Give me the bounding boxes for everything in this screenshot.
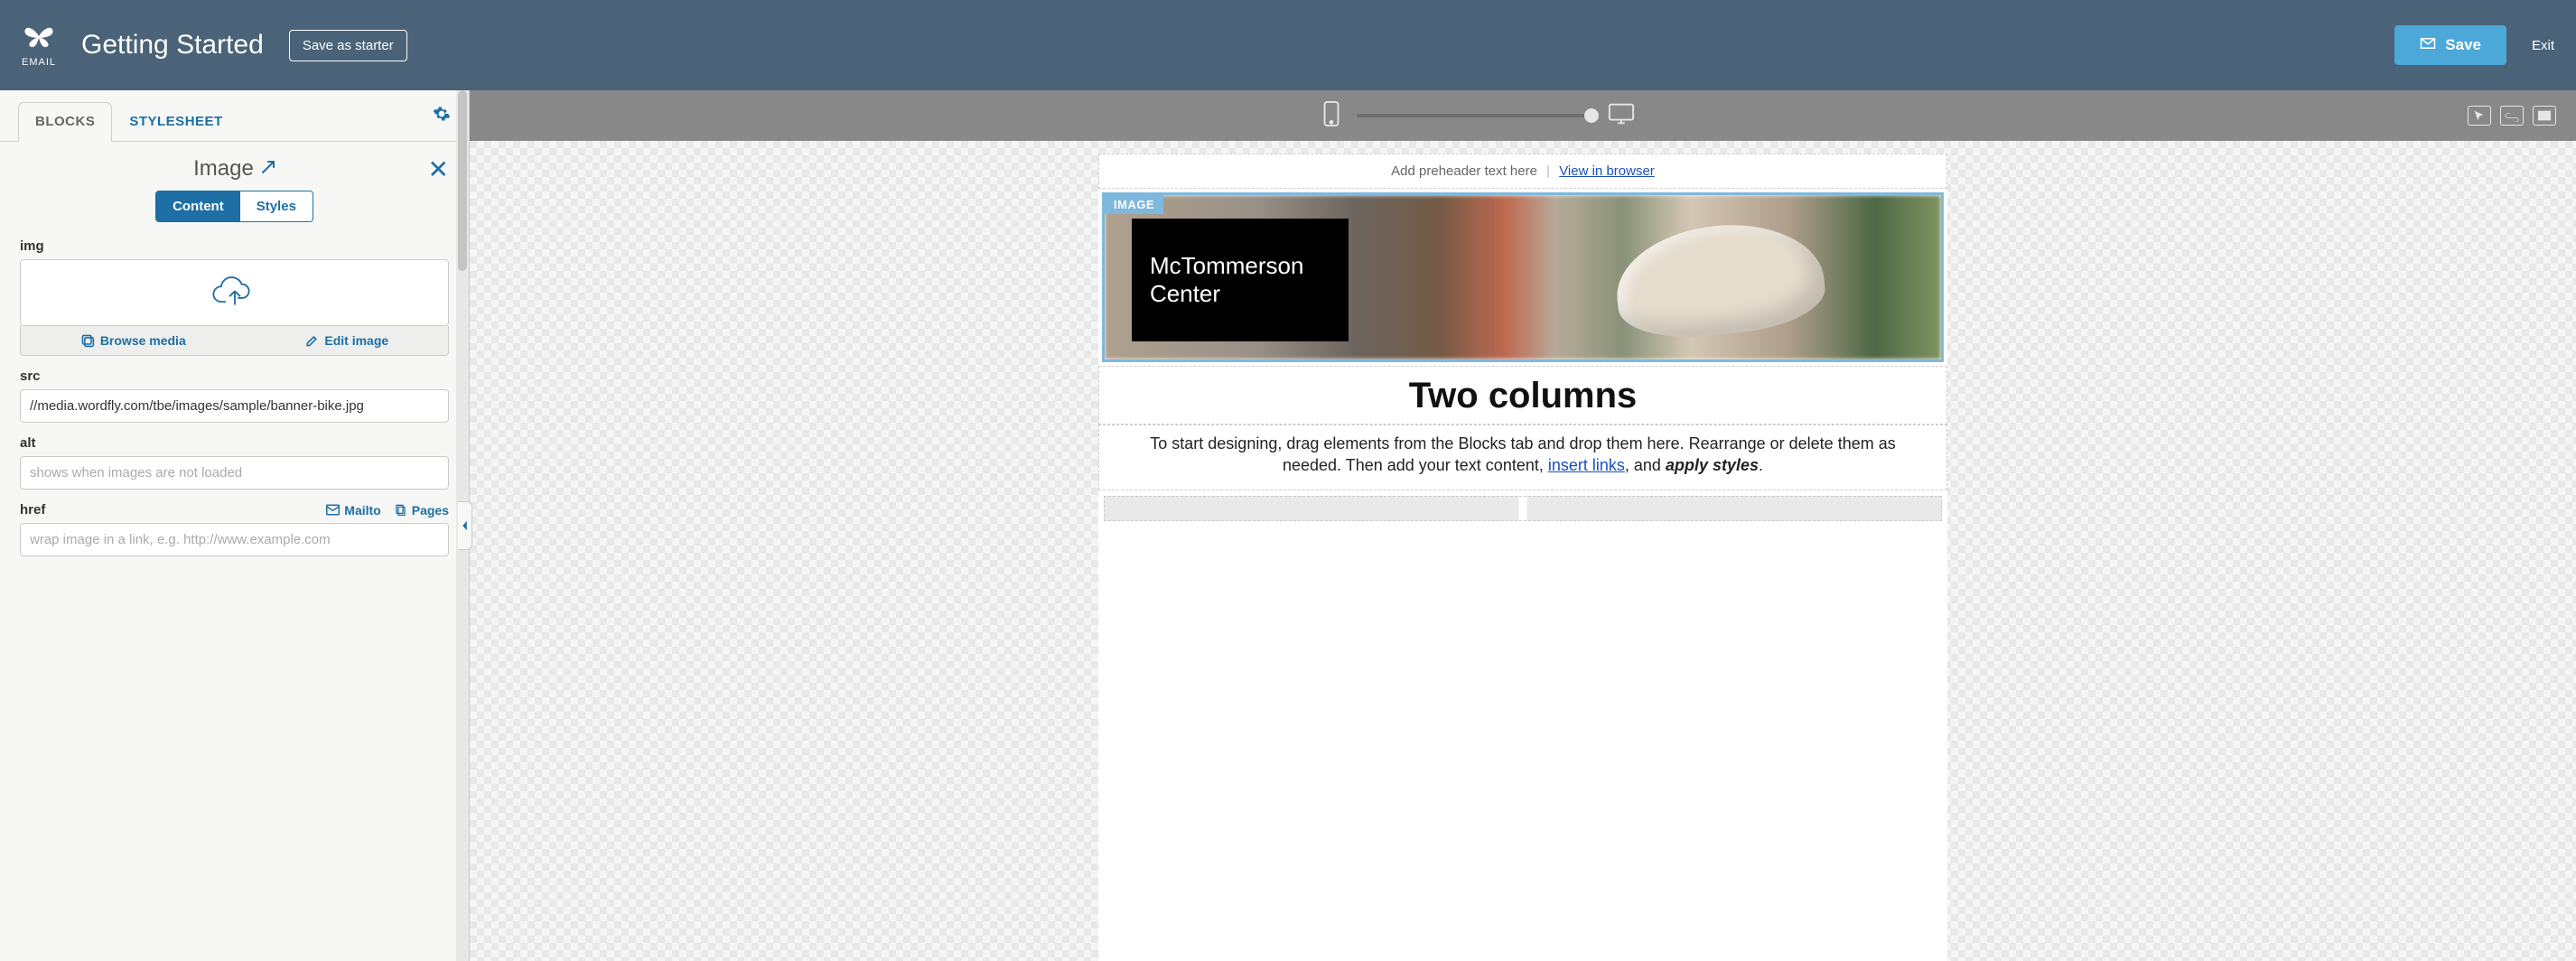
fields: img Browse media Edit image src alt href… [0, 238, 469, 569]
desktop-icon[interactable] [1608, 102, 1635, 130]
close-icon[interactable]: ✕ [428, 154, 449, 184]
alt-label: alt [20, 435, 449, 451]
src-input[interactable] [20, 389, 449, 423]
block-title: Image [193, 156, 254, 182]
preheader-block[interactable]: Add preheader text here | View in browse… [1098, 154, 1947, 189]
page-title: Getting Started [81, 30, 264, 61]
device-bar [470, 90, 2576, 141]
toggle-content[interactable]: Content [156, 191, 240, 221]
save-button-label: Save [2445, 36, 2481, 54]
toggle-styles[interactable]: Styles [240, 191, 313, 221]
edit-image-link[interactable]: Edit image [304, 333, 388, 348]
tab-stylesheet[interactable]: STYLESHEET [112, 102, 239, 142]
insert-links-link[interactable]: insert links [1548, 456, 1625, 474]
block-header: Image ✕ [0, 142, 469, 191]
app-logo: EMAIL [22, 23, 56, 68]
content-styles-toggle: Content Styles [0, 191, 469, 222]
preheader-text: Add preheader text here [1391, 163, 1537, 179]
image-block[interactable]: IMAGE McTommerson Center [1098, 189, 1947, 366]
envelope-icon [2420, 36, 2436, 54]
email-canvas: Add preheader text here | View in browse… [470, 141, 2576, 961]
image-tool-icon[interactable] [2533, 106, 2556, 126]
logo-label: EMAIL [22, 57, 56, 68]
browse-media-link[interactable]: Browse media [80, 333, 186, 348]
settings-gear-icon[interactable] [433, 105, 451, 138]
cursor-tool-icon[interactable] [2468, 106, 2491, 126]
two-column-block[interactable] [1104, 496, 1942, 521]
href-input[interactable] [20, 523, 449, 556]
butterfly-logo-icon [23, 23, 54, 53]
apply-styles-text: apply styles [1666, 456, 1759, 474]
canvas-area: Add preheader text here | View in browse… [470, 90, 2576, 961]
mobile-icon[interactable] [1322, 101, 1340, 131]
banner-logo: McTommerson Center [1132, 219, 1349, 341]
image-block-tag: IMAGE [1105, 195, 1163, 214]
save-as-starter-button[interactable]: Save as starter [289, 30, 407, 61]
viewport-slider[interactable] [1357, 114, 1591, 117]
link-tool-icon[interactable] [2500, 106, 2524, 126]
alt-input[interactable] [20, 456, 449, 490]
slider-thumb[interactable] [1584, 108, 1599, 123]
email-body: Add preheader text here | View in browse… [1098, 154, 1947, 961]
pages-link[interactable]: Pages [394, 503, 449, 518]
src-label: src [20, 369, 449, 384]
href-label: href [20, 502, 45, 518]
top-bar: EMAIL Getting Started Save as starter Sa… [0, 0, 2576, 90]
img-label: img [20, 238, 449, 254]
sidebar: BLOCKS STYLESHEET Image ✕ Content Styles… [0, 90, 470, 961]
main: BLOCKS STYLESHEET Image ✕ Content Styles… [0, 90, 2576, 961]
headline-block[interactable]: Two columns [1098, 366, 1947, 425]
cloud-upload-icon [210, 273, 259, 313]
view-in-browser-link[interactable]: View in browser [1559, 163, 1655, 179]
body-text-block[interactable]: To start designing, drag elements from t… [1098, 425, 1947, 490]
exit-link[interactable]: Exit [2532, 38, 2554, 53]
headline-text: Two columns [1099, 376, 1946, 416]
preheader-separator: | [1546, 163, 1550, 179]
tab-blocks[interactable]: BLOCKS [18, 102, 112, 142]
image-dropzone[interactable] [20, 259, 449, 326]
image-actions: Browse media Edit image [20, 326, 449, 356]
locate-arrow-icon[interactable] [261, 160, 275, 179]
body-text: To start designing, drag elements from t… [1150, 434, 1895, 474]
sidebar-collapse-handle[interactable] [458, 501, 472, 550]
mailto-link[interactable]: Mailto [326, 503, 380, 518]
save-button[interactable]: Save [2394, 25, 2506, 65]
sidebar-tabs: BLOCKS STYLESHEET [0, 90, 469, 142]
